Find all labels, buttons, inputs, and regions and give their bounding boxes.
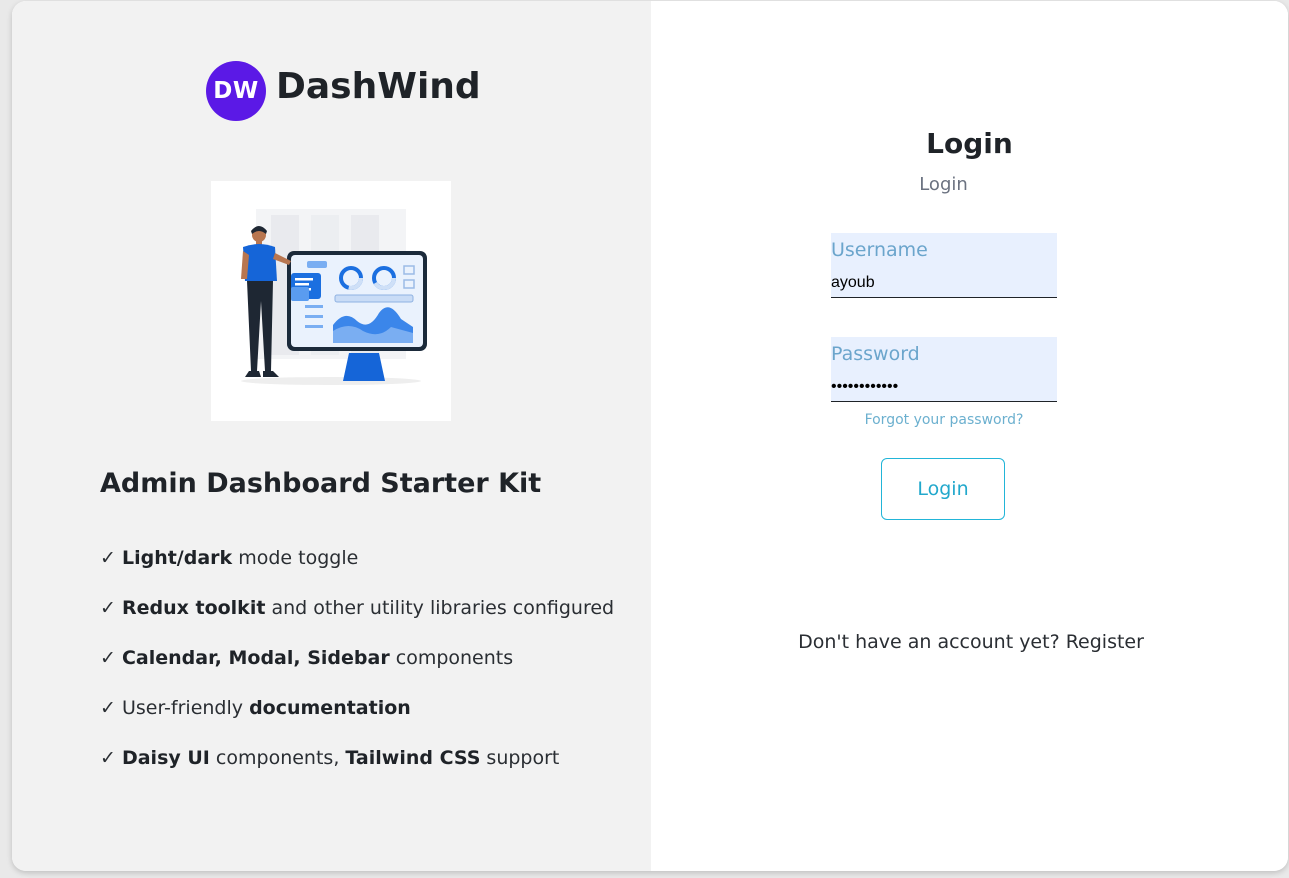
feature-item: ✓ Redux toolkit and other utility librar… xyxy=(100,595,614,621)
feature-text: mode toggle xyxy=(232,547,359,569)
check-icon: ✓ xyxy=(100,597,122,619)
feature-item: ✓ Daisy UI components, Tailwind CSS supp… xyxy=(100,745,559,771)
username-label: Username xyxy=(831,239,928,261)
check-icon: ✓ xyxy=(100,697,122,719)
kit-title: Admin Dashboard Starter Kit xyxy=(100,468,542,499)
feature-text: components, xyxy=(209,747,346,769)
register-prompt-text: Don't have an account yet? xyxy=(798,631,1066,653)
login-subtitle: Login xyxy=(919,174,968,195)
password-label: Password xyxy=(831,343,920,365)
feature-item: ✓ Calendar, Modal, Sidebar components xyxy=(100,645,513,671)
logo-badge: DW xyxy=(206,61,266,121)
register-link[interactable]: Register xyxy=(1066,631,1144,653)
password-input[interactable] xyxy=(831,375,1055,399)
username-input[interactable] xyxy=(831,271,1055,295)
username-field: Username xyxy=(831,233,1057,298)
feature-item: ✓ User-friendly documentation xyxy=(100,695,411,721)
feature-text: Daisy UI xyxy=(121,747,210,769)
check-icon: ✓ xyxy=(100,747,122,769)
feature-text: Tailwind CSS xyxy=(345,747,481,769)
check-icon: ✓ xyxy=(100,647,122,669)
password-field: Password xyxy=(831,337,1057,402)
login-button[interactable]: Login xyxy=(881,458,1005,520)
intro-panel: DW DashWind Admin Dashboard Starter Kit … xyxy=(12,1,651,871)
forgot-password-link[interactable]: Forgot your password? xyxy=(831,410,1057,430)
login-card: DW DashWind Admin Dashboard Starter Kit … xyxy=(12,1,1288,871)
login-title: Login xyxy=(926,127,1013,160)
feature-text: Calendar, Modal, Sidebar xyxy=(121,647,390,669)
login-panel: Login Login Username Password Forgot you… xyxy=(651,1,1288,871)
check-icon: ✓ xyxy=(100,547,122,569)
feature-text: support xyxy=(480,747,560,769)
register-prompt: Don't have an account yet? Register xyxy=(651,629,1288,655)
feature-text: and other utility libraries configured xyxy=(265,597,615,619)
feature-text: User-friendly xyxy=(121,697,250,719)
feature-item: ✓ Light/dark mode toggle xyxy=(100,545,358,571)
feature-text: documentation xyxy=(249,697,411,719)
feature-text: Light/dark xyxy=(121,547,233,569)
feature-text: components xyxy=(389,647,514,669)
feature-text: Redux toolkit xyxy=(121,597,266,619)
dashboard-illustration-image xyxy=(211,181,451,421)
brand-name: DashWind xyxy=(276,66,481,107)
